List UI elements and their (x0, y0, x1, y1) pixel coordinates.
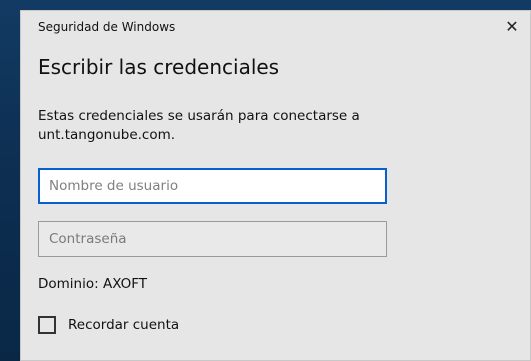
credentials-dialog: Seguridad de Windows ✕ Escribir las cred… (20, 10, 531, 361)
username-input[interactable] (38, 168, 387, 204)
close-icon: ✕ (505, 16, 519, 36)
close-button[interactable]: ✕ (494, 11, 530, 41)
checkbox-box[interactable] (38, 316, 56, 334)
description-line-2: unt.tangonube.com. (38, 127, 176, 143)
remember-account-checkbox[interactable]: Recordar cuenta (38, 316, 179, 334)
dialog-description: Estas credenciales se usarán para conect… (38, 107, 458, 145)
title-bar: Seguridad de Windows ✕ (21, 11, 530, 41)
window-title: Seguridad de Windows (38, 20, 176, 34)
password-input[interactable] (38, 221, 387, 257)
description-line-1: Estas credenciales se usarán para conect… (38, 108, 360, 124)
domain-label: Dominio: AXOFT (38, 276, 147, 292)
remember-account-label: Recordar cuenta (68, 317, 180, 333)
dialog-heading: Escribir las credenciales (38, 55, 280, 79)
